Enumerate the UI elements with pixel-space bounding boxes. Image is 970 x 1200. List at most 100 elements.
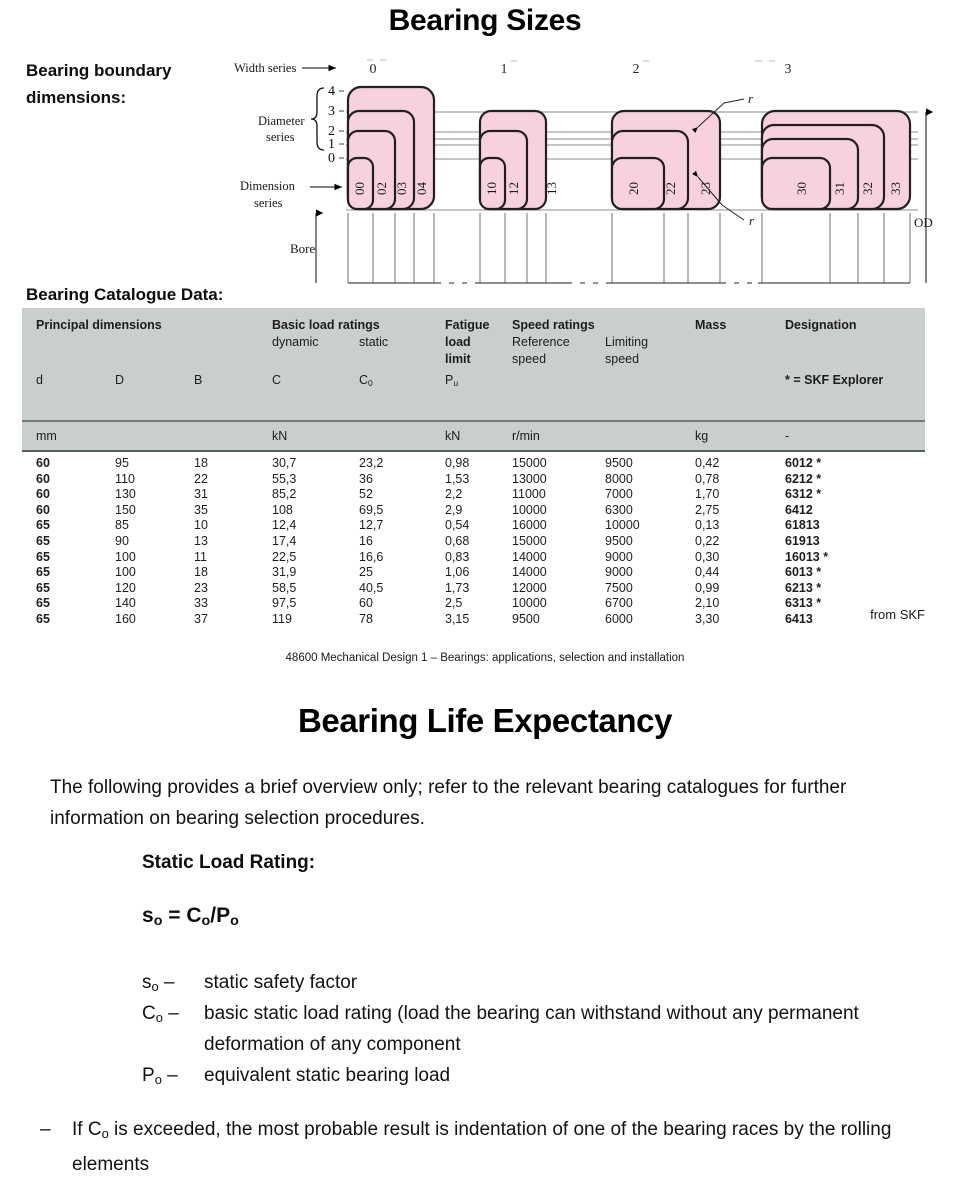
cell-Pu: 1,53: [445, 471, 470, 486]
col-symbol-D: D: [115, 373, 125, 387]
cell-mass: 0,42: [695, 456, 720, 470]
static-load-rating-heading: Static Load Rating:: [142, 852, 316, 873]
unit-rpm: r/min: [512, 429, 540, 443]
col-sub-limiting: Limiting: [605, 335, 649, 349]
col-skf-explorer-note: * = SKF Explorer: [785, 373, 884, 387]
bearing-label-03: 03: [394, 182, 409, 195]
cell-Pu: 2,9: [445, 502, 463, 517]
cell-C0: 16: [359, 533, 373, 548]
col-sub-reference-speed: speed: [512, 352, 547, 366]
cell-C0: 40,5: [359, 580, 384, 595]
col-symbol-B: B: [194, 373, 203, 387]
cell-C: 85,2: [272, 487, 297, 502]
col-group-fatigue-load-limit-2: load: [445, 335, 471, 349]
width-series-tick-2: 2: [633, 62, 640, 77]
definition-text-co: basic static load rating (load the beari…: [204, 1003, 859, 1055]
cell-desig: 6212 *: [785, 471, 822, 486]
col-group-mass: Mass: [695, 318, 727, 332]
cell-desig: 6013 *: [785, 565, 822, 580]
cell-Pu: 0,98: [445, 456, 470, 470]
diameter-series-tick-4: 4: [328, 84, 335, 99]
fillet-radius-label-bottom: r: [749, 213, 755, 228]
diameter-series-tick-3: 3: [328, 104, 335, 119]
cell-mass: 0,78: [695, 471, 720, 486]
cell-C: 108: [272, 502, 293, 517]
dimension-series-label-line1: Dimension: [240, 179, 296, 193]
cell-ref: 12000: [512, 580, 547, 595]
definition-row-so: so – static safety factor: [142, 967, 932, 998]
cell-C0: 12,7: [359, 518, 384, 533]
cell-mass: 0,13: [695, 518, 720, 533]
cell-Pu: 0,83: [445, 549, 470, 564]
diameter-series-brace: [310, 87, 325, 151]
width-series-tick-0: 0: [370, 62, 377, 77]
cell-desig: 6412: [785, 502, 813, 517]
cell-B: 18: [194, 456, 208, 470]
cell-desig: 61913: [785, 533, 820, 548]
intro-paragraph: The following provides a brief overview …: [50, 777, 847, 829]
cell-mass: 1,70: [695, 487, 720, 502]
bearing-label-22: 22: [663, 182, 678, 195]
cell-C: 31,9: [272, 565, 297, 580]
bearing-label-20: 20: [626, 182, 641, 195]
cell-Pu: 1,73: [445, 580, 470, 595]
unit-kn-fatigue: kN: [445, 429, 461, 443]
bearing-boundary-dimensions-diagram: Width series 0 1 2 3 Diameter series 4 3…: [228, 55, 948, 295]
table-row: 60 95 18 30,7 23,2 0,98 15000 9500 0,42 6012 *: [22, 456, 925, 472]
cell-B: 31: [194, 487, 208, 502]
cell-D: 95: [115, 456, 129, 470]
cell-Pu: 0,54: [445, 518, 470, 533]
table-row: 65 120 23 58,5 40,5 1,73 12000 7500 0,99 6213 *: [22, 581, 925, 597]
bearing-group-width-series-1: 10 12 13: [478, 109, 559, 211]
diameter-series-label-line1: Diameter: [258, 114, 305, 128]
table-row: 65 100 11 22,5 16,6 0,83 14000 9000 0,30 16013 *: [22, 550, 925, 566]
cell-desig: 6012 *: [785, 456, 822, 470]
table-row: 60 110 22 55,3 36 1,53 13000 8000 0,78 6212 *: [22, 472, 925, 488]
cell-ref: 13000: [512, 471, 547, 486]
width-series-label: Width series: [234, 61, 296, 75]
unit-designation: -: [785, 429, 790, 443]
diameter-series-tick-0: 0: [328, 151, 335, 166]
cell-C0: 25: [359, 565, 373, 580]
col-group-speed-ratings: Speed ratings: [512, 318, 595, 332]
definition-symbol-co: Co –: [142, 1003, 179, 1025]
cell-B: 13: [194, 533, 208, 548]
cell-B: 11: [194, 549, 207, 564]
bearing-label-12: 12: [506, 182, 521, 195]
cell-d: 60: [36, 471, 50, 486]
col-sub-dynamic: dynamic: [272, 335, 319, 349]
source-attribution: from SKF: [870, 607, 925, 622]
static-safety-factor-formula: so = Co/Po: [142, 904, 239, 930]
cell-d: 60: [36, 502, 50, 517]
definition-row-po: Po – equivalent static bearing load: [142, 1060, 932, 1091]
cell-C: 22,5: [272, 549, 297, 564]
table-row: 60 150 35 108 69,5 2,9 10000 6300 2,75 6412: [22, 503, 925, 519]
col-group-designation: Designation: [785, 318, 857, 332]
definition-symbol-po: Po –: [142, 1065, 178, 1087]
bearing-label-04: 04: [414, 182, 429, 196]
col-group-basic-load-ratings: Basic load ratings: [272, 318, 380, 332]
cell-B: 23: [194, 580, 208, 595]
cell-desig: 16013 *: [785, 549, 829, 564]
cell-C0: 36: [359, 471, 373, 486]
cell-ref: 15000: [512, 533, 547, 548]
col-group-fatigue-load-limit-1: Fatigue: [445, 318, 490, 332]
diameter-series-label-line2: series: [266, 130, 295, 144]
cell-lim: 8000: [605, 471, 633, 486]
cell-mass: 0,99: [695, 580, 720, 595]
cell-mass: 0,22: [695, 533, 720, 548]
symbol-definition-list: so – static safety factor Co – basic sta…: [142, 967, 932, 1091]
col-sub-static: static: [359, 335, 389, 349]
cell-lim: 7000: [605, 487, 633, 502]
cell-ref: 15000: [512, 456, 547, 470]
bearing-label-30: 30: [794, 182, 809, 195]
cell-mass: 2,75: [695, 502, 720, 517]
unit-kn-dynamic: kN: [272, 429, 288, 443]
cell-ref: 14000: [512, 565, 547, 580]
bullet-text-after: is exceeded, the most probable result is…: [72, 1119, 892, 1175]
cell-D: 85: [115, 518, 129, 533]
col-symbol-Pu: Pu: [445, 373, 459, 388]
cell-D: 120: [115, 580, 136, 595]
cell-D: 100: [115, 565, 136, 580]
bearing-catalogue-table: Principal dimensions Basic load ratings …: [22, 308, 925, 634]
